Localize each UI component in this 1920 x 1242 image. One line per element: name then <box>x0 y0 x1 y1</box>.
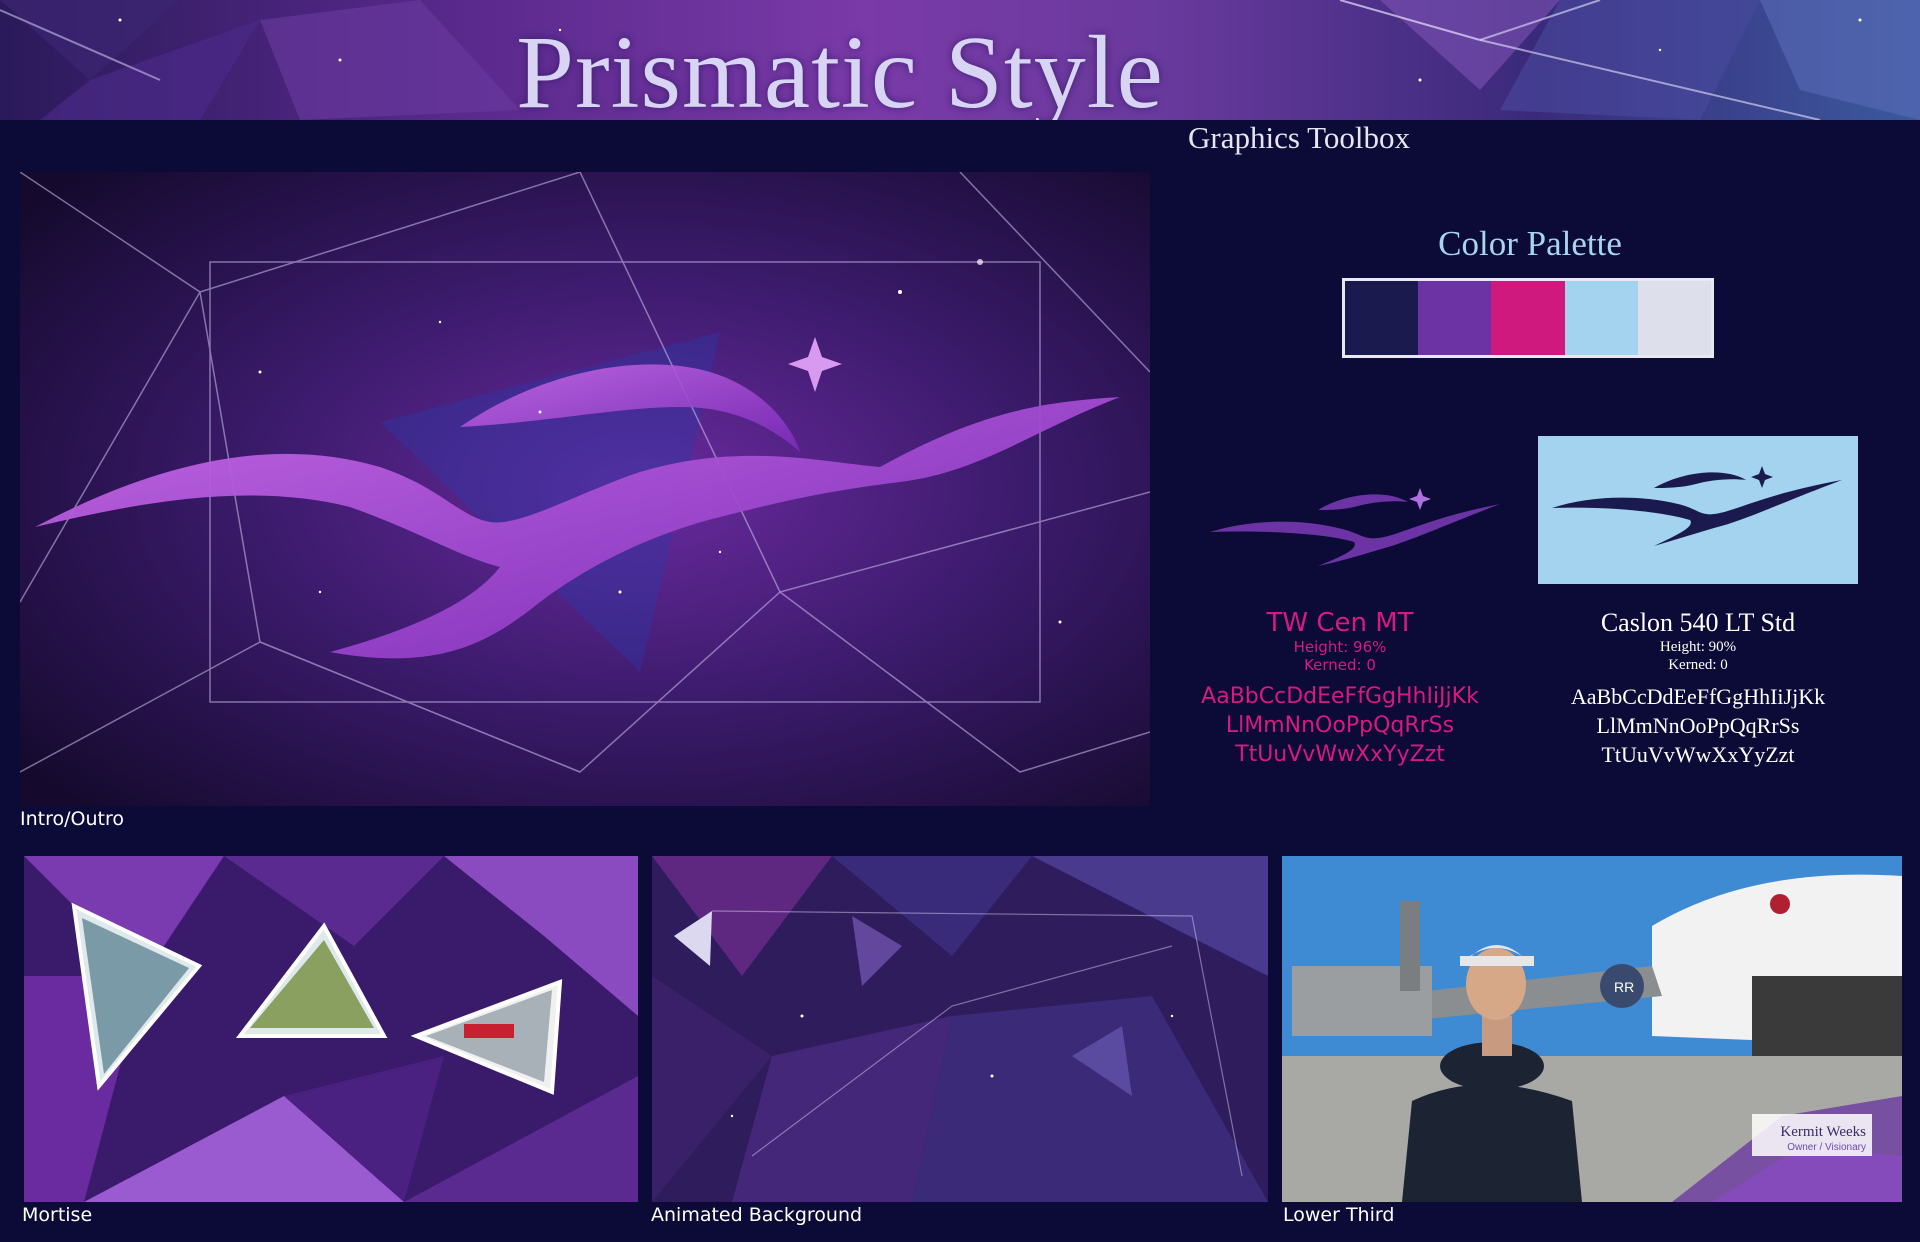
lower-third-title: Owner / Visionary <box>1787 1142 1866 1153</box>
lower-third-caption: Lower Third <box>1283 1204 1395 1226</box>
page-subtitle: Graphics Toolbox <box>1188 120 1410 155</box>
font-sample-line: AaBbCcDdEeFfGgHhIiJjKk <box>1201 684 1479 709</box>
mortise-caption: Mortise <box>22 1204 93 1226</box>
swatch-light-gray <box>1637 281 1712 355</box>
color-palette-title: Color Palette <box>1438 224 1622 263</box>
font-kerning: Kerned: 0 <box>1304 656 1376 674</box>
font-specimen-caslon: Caslon 540 LT Std Height: 90% Kerned: 0 … <box>1528 608 1868 769</box>
mortise-preview <box>24 856 638 1202</box>
header-banner: Prismatic Style <box>0 0 1920 120</box>
font-sample-line: LlMmNnOoPpQqRrSs <box>1225 713 1455 738</box>
font-height: Height: 96% <box>1293 638 1387 656</box>
font-specimen-tw-cen: TW Cen MT Height: 96% Kerned: 0 AaBbCcDd… <box>1180 608 1500 769</box>
font-kerning: Kerned: 0 <box>1668 657 1728 673</box>
font-sample-line: TtUuVvWwXxYyZzt <box>1601 742 1795 767</box>
lower-third-preview: RR Kermit Weeks Owner / Visionary <box>1282 856 1902 1202</box>
logo-navy <box>1552 466 1842 546</box>
animated-background-caption: Animated Background <box>651 1204 863 1226</box>
font-sample-line: TtUuVvWwXxYyZzt <box>1235 742 1445 767</box>
aircraft-insignia: RR <box>1614 979 1634 995</box>
swatch-purple <box>1418 281 1492 355</box>
animated-background-preview <box>652 856 1268 1202</box>
swatch-navy <box>1345 281 1419 355</box>
lower-third-name: Kermit Weeks <box>1780 1124 1866 1140</box>
font-sample-line: AaBbCcDdEeFfGgHhIiJjKk <box>1570 684 1826 709</box>
font-height: Height: 90% <box>1659 639 1737 655</box>
page-title: Prismatic Style <box>516 15 1164 121</box>
font-name: TW Cen MT <box>1266 608 1414 638</box>
color-palette-swatches <box>1342 278 1714 358</box>
font-name: Caslon 540 LT Std <box>1600 608 1796 637</box>
swatch-light-blue <box>1564 281 1638 355</box>
intro-outro-preview <box>20 172 1150 806</box>
swatch-magenta <box>1491 281 1565 355</box>
logo-purple <box>1210 488 1500 566</box>
logo-light-box <box>1538 436 1858 584</box>
intro-outro-caption: Intro/Outro <box>20 808 124 830</box>
font-sample-line: LlMmNnOoPpQqRrSs <box>1596 713 1800 738</box>
